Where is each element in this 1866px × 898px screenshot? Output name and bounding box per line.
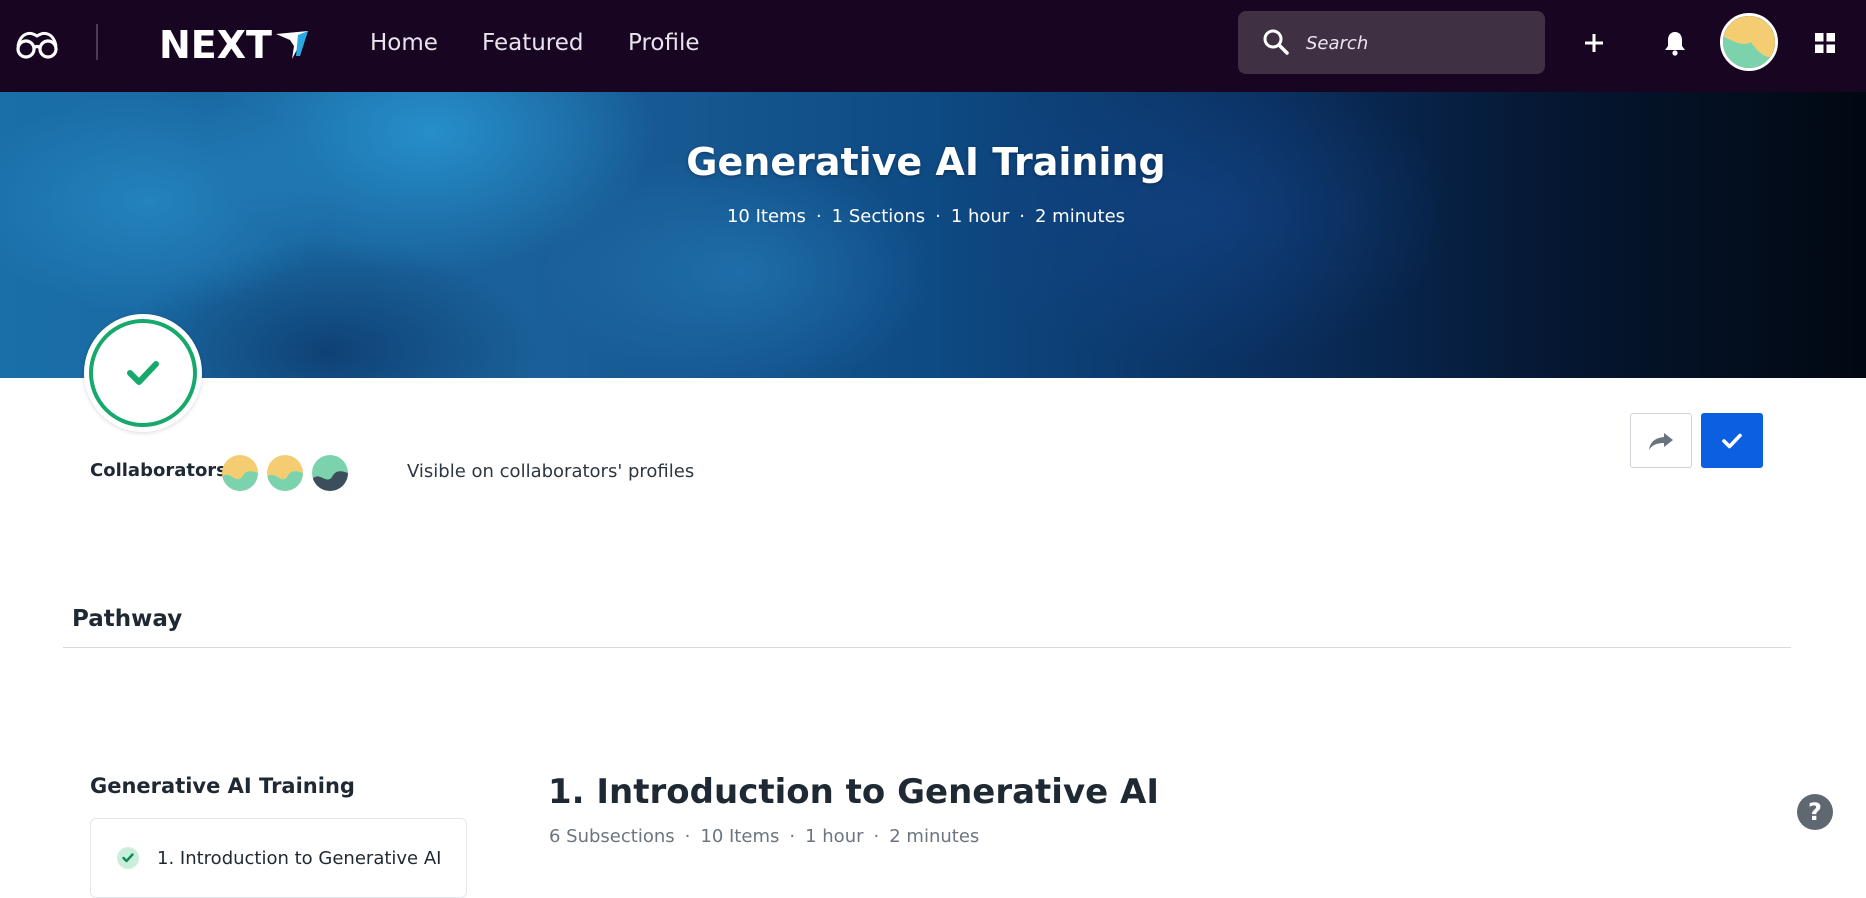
meta-separator: ·: [1019, 206, 1025, 227]
outline-item[interactable]: 1. Introduction to Generative AI: [117, 847, 441, 869]
brand-divider: [96, 24, 98, 60]
hero-banner: Generative AI Training 10 Items · 1 Sect…: [0, 92, 1866, 378]
apps-menu-button[interactable]: [1805, 23, 1845, 63]
meta-separator: ·: [935, 206, 941, 227]
bell-icon: [1665, 32, 1685, 56]
outline-item-label: 1. Introduction to Generative AI: [157, 847, 442, 869]
collaborators-label: Collaborators:: [90, 460, 235, 481]
search-input[interactable]: [1306, 27, 1526, 59]
avatar: [222, 455, 258, 491]
completion-status-badge: [84, 314, 202, 432]
avatar: [1723, 16, 1775, 68]
outline-card: 1. Introduction to Generative AI: [90, 818, 467, 898]
user-avatar[interactable]: [1720, 13, 1778, 71]
section-meta: 6 Subsections · 10 Items · 1 hour · 2 mi…: [549, 826, 979, 847]
plus-icon: [1585, 34, 1603, 52]
meta-separator: ·: [684, 826, 691, 847]
mark-complete-button[interactable]: [1701, 413, 1763, 468]
items-count: 10 Items: [726, 206, 806, 227]
share-arrow-icon: [1649, 432, 1673, 450]
collaborator-avatar[interactable]: [267, 455, 303, 491]
sections-count: 1 Sections: [831, 206, 926, 227]
duration-hours: 1 hour: [950, 206, 1010, 227]
pathway-heading: Pathway: [72, 606, 183, 632]
outline-title: Generative AI Training: [90, 774, 355, 798]
completed-check-icon: [117, 847, 139, 869]
pathway-divider: [63, 647, 1791, 648]
section-duration-hours: 1 hour: [805, 826, 864, 847]
help-button[interactable]: ?: [1797, 794, 1833, 830]
check-icon: [1722, 433, 1742, 448]
duration-minutes: 2 minutes: [1034, 206, 1126, 227]
meta-separator: ·: [873, 826, 880, 847]
nav-link-featured[interactable]: Featured: [482, 22, 584, 64]
search-icon: [1263, 29, 1289, 55]
help-icon: ?: [1808, 798, 1822, 826]
notifications-button[interactable]: [1655, 23, 1695, 63]
meta-separator: ·: [815, 206, 822, 227]
completion-ring: [89, 319, 197, 427]
nav-link-home[interactable]: Home: [370, 22, 438, 64]
apps-grid-icon: [1815, 33, 1835, 53]
meta-separator: ·: [789, 826, 796, 847]
check-icon: [127, 361, 159, 385]
subsections-count: 6 Subsections: [549, 826, 675, 847]
collaborator-avatar[interactable]: [312, 455, 348, 491]
avatar: [312, 455, 348, 491]
section-items-count: 10 Items: [700, 826, 780, 847]
create-button[interactable]: [1574, 23, 1614, 63]
wing-logo-icon: [275, 31, 308, 59]
glasses-logo-icon[interactable]: [14, 26, 60, 60]
brand-wordmark: NEXT: [159, 23, 272, 67]
section-duration-minutes: 2 minutes: [889, 826, 980, 847]
next-logo[interactable]: NEXT: [159, 22, 310, 68]
share-button[interactable]: [1630, 413, 1692, 468]
hero-meta: 10 Items · 1 Sections · 1 hour · 2 minut…: [0, 206, 1852, 227]
collaborator-visibility-note: Visible on collaborators' profiles: [407, 461, 695, 482]
collaborator-avatar[interactable]: [222, 455, 258, 491]
avatar: [267, 455, 303, 491]
page-title: Generative AI Training: [686, 140, 1166, 184]
search-box[interactable]: [1238, 11, 1545, 74]
nav-link-profile[interactable]: Profile: [628, 22, 700, 64]
section-title: 1. Introduction to Generative AI: [548, 772, 1159, 812]
top-navigation-bar: NEXT Home Featured Profile: [0, 0, 1866, 92]
